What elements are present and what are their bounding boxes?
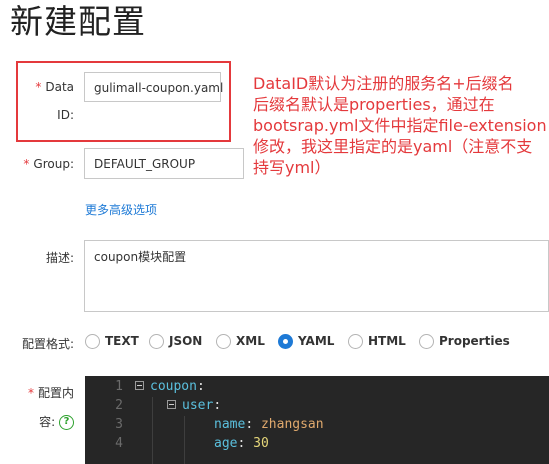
annotation-highlight-box	[16, 61, 231, 142]
format-option-label: XML	[236, 334, 265, 348]
fold-toggle-icon[interactable]	[135, 381, 144, 390]
code-line: 1 coupon:	[85, 377, 549, 396]
code-line: 2 user:	[85, 396, 549, 415]
radio-circle-icon	[149, 333, 164, 349]
line-number: 2	[115, 398, 123, 413]
radio-circle-icon	[348, 333, 363, 349]
radio-circle-icon	[85, 333, 100, 349]
radio-circle-icon	[419, 333, 434, 349]
content-label-line1: 配置内	[37, 386, 74, 400]
group-value: DEFAULT_GROUP	[94, 157, 196, 171]
line-number: 4	[115, 436, 123, 451]
description-label: 描述:	[45, 251, 74, 265]
format-option-label: TEXT	[105, 334, 139, 348]
help-icon[interactable]: ?	[59, 415, 74, 430]
format-option-label: Properties	[439, 334, 510, 348]
line-number: 1	[115, 379, 123, 394]
format-radio-yaml[interactable]: YAML	[278, 331, 334, 351]
format-radio-properties[interactable]: Properties	[419, 331, 510, 351]
line-number: 3	[115, 417, 123, 432]
required-mark: *	[23, 157, 30, 171]
description-textarea[interactable]: coupon模块配置	[84, 240, 549, 312]
code-text: name: zhangsan	[214, 417, 324, 432]
format-option-label: JSON	[169, 334, 203, 348]
annotation-line: 后缀名默认是properties，通过在	[253, 95, 495, 114]
format-label: 配置格式:	[21, 337, 74, 351]
code-text: coupon:	[150, 379, 205, 394]
format-radio-xml[interactable]: XML	[216, 331, 265, 351]
code-editor[interactable]: 1 coupon: 2 user: 3 name: zhangsan 4 age…	[85, 376, 549, 464]
content-label: * 配置内	[18, 384, 74, 401]
radio-checked-icon	[278, 333, 293, 349]
format-option-label: HTML	[368, 334, 406, 348]
annotation-line: bootsrap.yml文件中指定file-extension	[253, 116, 547, 135]
group-input[interactable]: DEFAULT_GROUP	[84, 148, 244, 179]
code-line: 4 age: 30	[85, 434, 549, 453]
code-text: age: 30	[214, 436, 269, 451]
content-label-line2-wrap: 容: ?	[18, 413, 74, 430]
format-option-label: YAML	[298, 334, 335, 348]
advanced-options-link[interactable]: 更多高级选项	[85, 201, 157, 218]
group-label: * Group:	[8, 157, 74, 171]
content-label-line2: 容:	[39, 415, 56, 429]
description-value: coupon模块配置	[94, 250, 187, 264]
format-radio-html[interactable]: HTML	[348, 331, 406, 351]
annotation-line: 持写yml）	[253, 158, 331, 177]
page-title: 新建配置	[10, 2, 146, 41]
radio-circle-icon	[216, 333, 231, 349]
code-text: user:	[182, 398, 222, 413]
annotation-line: DataID默认为注册的服务名+后缀名	[253, 74, 514, 93]
required-mark: *	[27, 386, 34, 400]
format-radio-json[interactable]: JSON	[149, 331, 202, 351]
annotation-line: 修改，我这里指定的是yaml（注意不支	[253, 137, 533, 156]
fold-toggle-icon[interactable]	[167, 400, 176, 409]
format-radio-text[interactable]: TEXT	[85, 331, 139, 351]
code-line: 3 name: zhangsan	[85, 415, 549, 434]
annotation-text: DataID默认为注册的服务名+后缀名 后缀名默认是properties，通过在…	[253, 73, 549, 178]
group-label-text: Group:	[33, 157, 74, 171]
